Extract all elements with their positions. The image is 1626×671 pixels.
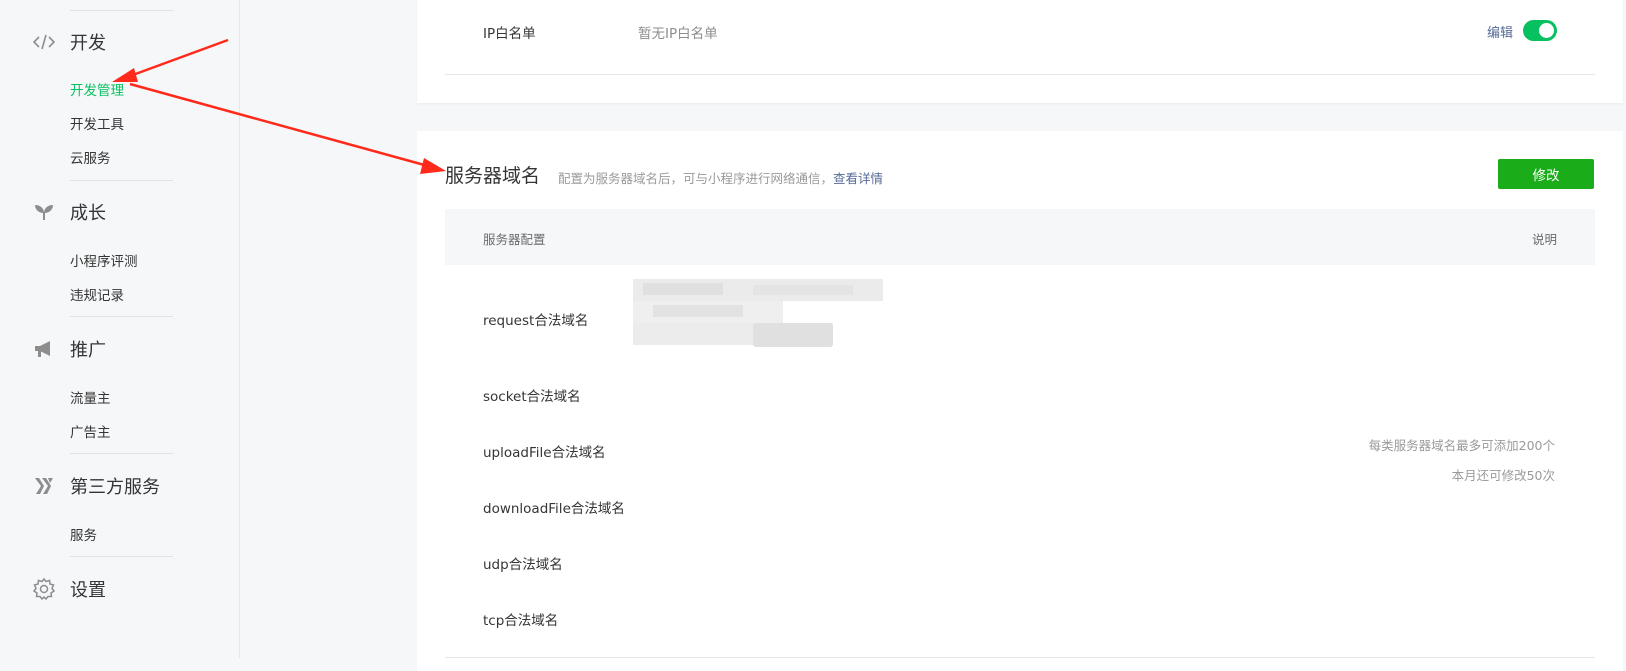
domain-table-header: 服务器配置 说明 [445,209,1595,265]
sidebar-group-label: 第三方服务 [70,477,160,498]
sidebar-item-traffic-owner[interactable]: 流量主 [70,387,111,407]
sidebar-divider [70,316,173,317]
sidebar-group-label: 开发 [70,33,106,54]
sidebar-item-dev-tools[interactable]: 开发工具 [70,113,124,133]
toggle-knob [1539,23,1554,38]
column-header-config: 服务器配置 [483,232,546,247]
sidebar: 开发 开发管理 开发工具 云服务 成长 小程序评测 违规记录 推广 流量主 广告… [0,0,240,658]
table-row-uploadfile: uploadFile合法域名 [483,445,606,461]
sidebar-item-violation-records[interactable]: 违规记录 [70,284,124,304]
ip-whitelist-card: IP白名单 暂无IP白名单 编辑 [417,0,1623,103]
sidebar-group-label: 设置 [70,580,106,601]
redacted-domain-block [633,279,893,355]
gear-icon [32,577,56,601]
ip-whitelist-label: IP白名单 [483,26,536,42]
card-divider [445,74,1595,75]
megaphone-icon [32,337,56,361]
sidebar-item-dev-management[interactable]: 开发管理 [70,79,124,99]
sidebar-group-promotion[interactable]: 推广 [32,335,106,363]
sidebar-group-growth[interactable]: 成长 [32,198,106,226]
third-party-icon [32,474,56,498]
table-row-socket: socket合法域名 [483,389,581,405]
server-domain-card: 服务器域名 配置为服务器域名后，可与小程序进行网络通信，查看详情 修改 服务器配… [417,131,1623,671]
sidebar-divider [70,453,173,454]
sidebar-item-service[interactable]: 服务 [70,524,97,544]
ip-whitelist-value: 暂无IP白名单 [638,26,718,42]
sidebar-group-third-party[interactable]: 第三方服务 [32,472,160,500]
table-row-tcp: tcp合法域名 [483,613,559,629]
modify-remaining-note: 本月还可修改50次 [1451,468,1555,483]
server-domain-title: 服务器域名 [445,165,541,187]
sidebar-divider [70,10,173,11]
view-details-link[interactable]: 查看详情 [833,171,883,186]
description-text: 配置为服务器域名后，可与小程序进行网络通信， [558,171,834,186]
column-header-note: 说明 [1531,232,1557,247]
ip-whitelist-toggle[interactable] [1523,20,1557,41]
sidebar-item-cloud-service[interactable]: 云服务 [70,147,111,167]
table-row-downloadfile: downloadFile合法域名 [483,501,625,517]
card-divider [445,657,1595,658]
sidebar-group-label: 成长 [70,203,106,224]
sidebar-item-evaluation[interactable]: 小程序评测 [70,250,138,270]
table-row-request: request合法域名 [483,313,589,329]
table-row-udp: udp合法域名 [483,557,563,573]
code-icon [32,30,56,54]
server-domain-description: 配置为服务器域名后，可与小程序进行网络通信，查看详情 [558,168,883,187]
modify-button[interactable]: 修改 [1498,159,1594,189]
sidebar-divider [70,556,173,557]
sidebar-divider [70,180,173,181]
sidebar-item-advertiser[interactable]: 广告主 [70,421,111,441]
ip-whitelist-edit-link[interactable]: 编辑 [1487,22,1513,41]
sidebar-group-label: 推广 [70,340,106,361]
sprout-icon [32,200,56,224]
domain-limit-note: 每类服务器域名最多可添加200个 [1368,438,1555,453]
sidebar-group-develop[interactable]: 开发 [32,28,106,56]
sidebar-group-settings[interactable]: 设置 [32,575,106,603]
